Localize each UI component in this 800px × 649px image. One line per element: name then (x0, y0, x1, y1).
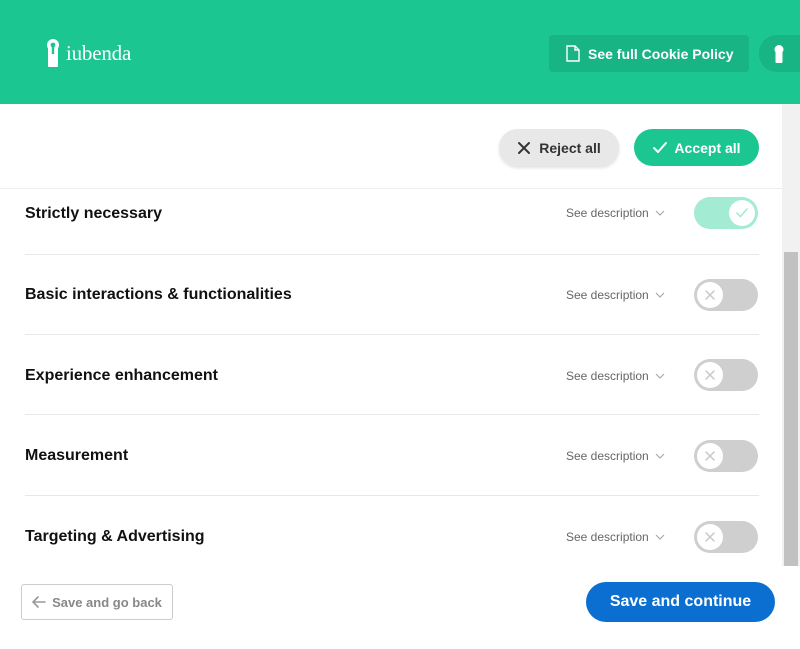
category-toggle[interactable] (694, 521, 758, 553)
toggle-knob (697, 282, 723, 308)
see-description-label: See description (566, 369, 649, 383)
category-toggle[interactable] (694, 440, 758, 472)
accept-all-label: Accept all (674, 139, 741, 156)
toggle-knob (697, 362, 723, 388)
see-description-link[interactable]: See description (566, 530, 665, 544)
save-and-go-back-label: Save and go back (52, 594, 162, 610)
see-description-link[interactable]: See description (566, 206, 665, 220)
cookie-policy-label: See full Cookie Policy (588, 45, 734, 62)
category-title: Experience enhancement (25, 367, 218, 384)
scrollbar-thumb[interactable] (784, 252, 798, 572)
header: iubenda See full Cookie Policy (0, 0, 800, 104)
see-description-link[interactable]: See description (566, 449, 665, 463)
category-title: Measurement (25, 447, 129, 464)
toggle-knob (697, 443, 723, 469)
close-icon (705, 532, 715, 542)
category-toggle[interactable] (694, 197, 758, 229)
keyhole-icon (774, 44, 784, 63)
category-row-targeting-advertising: Targeting & Advertising See description (25, 496, 759, 576)
category-row-experience-enhancement: Experience enhancement See description (25, 335, 759, 415)
save-and-continue-button[interactable]: Save and continue (586, 582, 775, 622)
save-and-continue-label: Save and continue (609, 593, 752, 610)
category-title: Strictly necessary (25, 205, 162, 222)
chevron-down-icon (655, 453, 665, 459)
iubenda-badge-button[interactable] (759, 35, 800, 72)
keyhole-logo-icon (47, 39, 59, 67)
close-icon (518, 141, 531, 154)
category-row-strictly-necessary: Strictly necessary See description (25, 175, 759, 255)
check-icon (653, 141, 668, 153)
see-description-label: See description (566, 206, 649, 220)
category-title: Targeting & Advertising (25, 528, 205, 545)
close-icon (705, 451, 715, 461)
see-description-link[interactable]: See description (566, 369, 665, 383)
iubenda-logo[interactable]: iubenda (46, 39, 131, 67)
category-toggle[interactable] (694, 279, 758, 311)
check-icon (736, 208, 748, 218)
toggle-knob (729, 200, 755, 226)
arrow-left-icon (32, 596, 46, 608)
see-description-label: See description (566, 449, 649, 463)
chevron-down-icon (655, 292, 665, 298)
accept-all-button[interactable]: Accept all (634, 129, 759, 166)
logo-text: iubenda (66, 40, 132, 65)
chevron-down-icon (655, 210, 665, 216)
see-description-label: See description (566, 288, 649, 302)
cookie-policy-button[interactable]: See full Cookie Policy (549, 35, 749, 72)
toggle-knob (697, 524, 723, 550)
close-icon (705, 370, 715, 380)
category-row-basic-interactions: Basic interactions & functionalities See… (25, 255, 759, 335)
chevron-down-icon (655, 534, 665, 540)
reject-all-label: Reject all (539, 139, 601, 156)
document-icon (566, 45, 580, 62)
category-row-measurement: Measurement See description (25, 416, 759, 496)
reject-all-button[interactable]: Reject all (499, 129, 619, 166)
chevron-down-icon (655, 373, 665, 379)
save-and-go-back-button[interactable]: Save and go back (21, 584, 173, 620)
category-title: Basic interactions & functionalities (25, 286, 292, 303)
see-description-link[interactable]: See description (566, 288, 665, 302)
category-toggle[interactable] (694, 359, 758, 391)
see-description-label: See description (566, 530, 649, 544)
close-icon (705, 290, 715, 300)
